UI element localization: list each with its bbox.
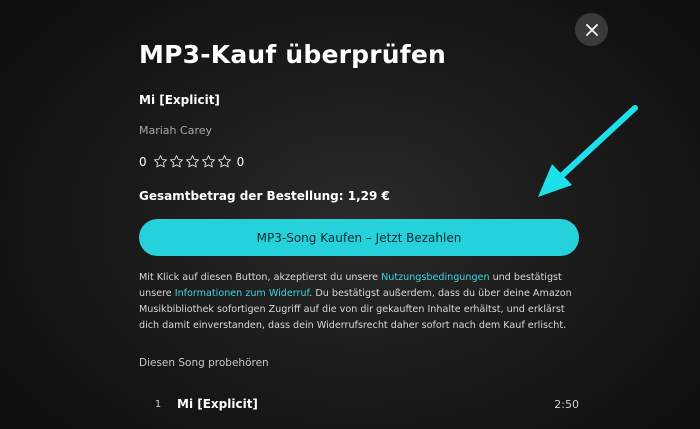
track-row[interactable]: 1 Mi [Explicit] 2:50 [139, 393, 579, 415]
close-icon [585, 23, 598, 36]
rating: 0 0 [139, 154, 244, 169]
purchase-review-dialog: MP3-Kauf überprüfen Mi [Explicit] Mariah… [0, 0, 700, 429]
track-number: 1 [154, 398, 162, 410]
star-outline-icon [153, 155, 167, 168]
withdrawal-info-link[interactable]: Informationen zum Widerruf [175, 288, 310, 299]
close-button[interactable] [575, 13, 608, 46]
track-duration: 2:50 [554, 397, 579, 411]
legal-text-1: Mit Klick auf diesen Button, akzeptierst… [139, 272, 382, 283]
preview-heading: Diesen Song probehören [139, 357, 269, 369]
buy-mp3-button[interactable]: MP3-Song Kaufen – Jetzt Bezahlen [139, 219, 579, 256]
order-total: Gesamtbetrag der Bestellung: 1,29 € [139, 189, 390, 203]
star-outline-icon [185, 155, 199, 168]
rating-count-right: 0 [236, 154, 245, 169]
dialog-title: MP3-Kauf überprüfen [139, 40, 447, 69]
legal-notice: Mit Klick auf diesen Button, akzeptierst… [139, 270, 579, 334]
track-title: Mi [Explicit] [177, 397, 258, 411]
pointer-arrow-annotation [538, 105, 638, 197]
star-outline-icon [201, 155, 215, 168]
star-outline-icon [217, 155, 231, 168]
rating-stars [153, 154, 233, 169]
rating-count-left: 0 [139, 154, 147, 169]
terms-link[interactable]: Nutzungsbedingungen [381, 272, 489, 283]
star-outline-icon [169, 155, 183, 168]
artist-name: Mariah Carey [139, 124, 212, 137]
song-title: Mi [Explicit] [139, 93, 220, 107]
